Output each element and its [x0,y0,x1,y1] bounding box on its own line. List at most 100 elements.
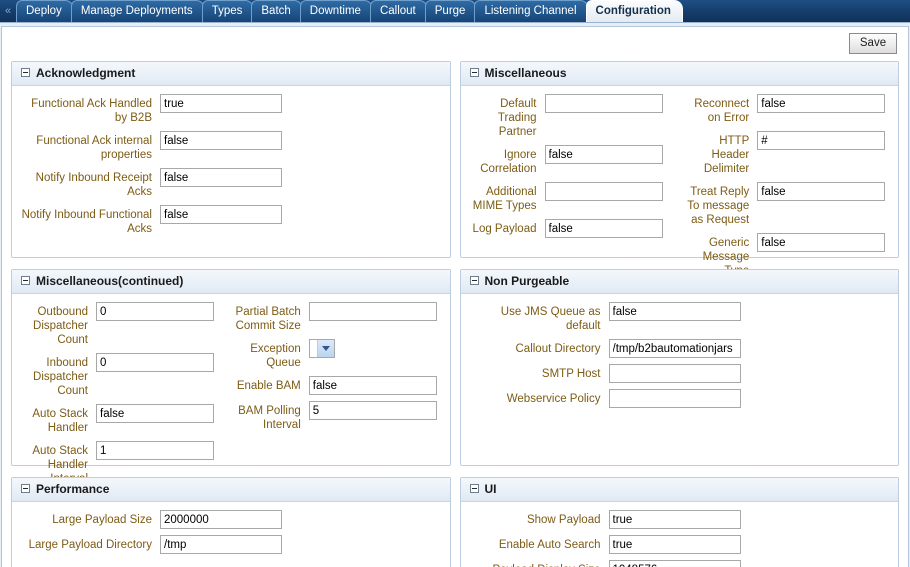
column-right: Partial Batch Commit Size Exception Queu… [231,302,444,492]
field-label: HTTP Header Delimiter [703,135,750,175]
collapse-icon[interactable] [21,276,30,286]
http-header-delimiter-input[interactable] [757,131,886,150]
save-button[interactable]: Save [849,33,897,54]
panel-header-acknowledgment: Acknowledgment [12,62,450,86]
panel-title: Acknowledgment [36,66,136,80]
field-label: Notify Inbound Receipt Acks [35,172,152,198]
tab-configuration[interactable]: Configuration [585,0,683,22]
panel-non-purgeable: Non Purgeable Use JMS Queue as default C… [459,269,899,466]
column-left: Default Trading Partner Ignore Correlati… [467,94,680,284]
auto-stack-handler-interval-input[interactable] [96,441,214,460]
tab-bar: « Deploy Manage Deployments Types Batch … [0,0,910,22]
collapse-icon[interactable] [21,68,30,78]
field-default-trading-partner: Default Trading Partner [467,94,680,139]
tab-listening-channel[interactable]: Listening Channel [474,0,589,22]
field-inbound-dispatcher-count: Inbound Dispatcher Count [18,353,231,398]
callout-directory-input[interactable] [608,339,741,358]
tab-manage-deployments[interactable]: Manage Deployments [70,0,205,22]
additional-mime-types-input[interactable] [544,182,663,201]
large-payload-directory-input[interactable] [160,535,282,554]
panel-title: Non Purgeable [484,274,570,288]
reconnect-on-error-input[interactable] [757,94,886,113]
field-label: Large Payload Directory [28,539,152,551]
field-label: Notify Inbound Functional Acks [21,209,152,235]
collapse-icon[interactable] [469,68,479,78]
collapse-icon[interactable] [469,484,479,494]
field-treat-reply-to-message-as-request: Treat Reply To message as Request [679,182,892,227]
two-column-layout: Outbound Dispatcher Count Inbound Dispat… [18,302,444,492]
two-column-layout: Default Trading Partner Ignore Correlati… [467,94,893,284]
field-auto-stack-handler: Auto Stack Handler [18,404,231,435]
chevron-down-icon[interactable] [316,340,334,357]
field-show-payload: Show Payload [467,510,893,529]
field-http-header-delimiter: HTTP Header Delimiter [679,131,892,176]
toolbar: Save [2,27,908,61]
tab-callout[interactable]: Callout [369,0,428,22]
exception-queue-select[interactable] [308,339,335,358]
column-right: Reconnect on Error HTTP Header Delimiter… [679,94,892,284]
smtp-host-input[interactable] [608,364,741,383]
previous-tabs-icon[interactable]: « [0,0,16,22]
field-notify-inbound-receipt-acks: Notify Inbound Receipt Acks [18,168,444,199]
panel-body-miscellaneous-continued: Outbound Dispatcher Count Inbound Dispat… [12,294,450,485]
inbound-dispatcher-count-input[interactable] [96,353,214,372]
large-payload-size-input[interactable] [160,510,282,529]
collapse-icon[interactable] [21,484,30,494]
generic-message-type-input[interactable] [757,233,886,252]
field-log-payload: Log Payload [467,219,680,238]
panel-body-ui: Show Payload Enable Auto Search Payload … [461,502,899,567]
field-reconnect-on-error: Reconnect on Error [679,94,892,125]
tab-deploy[interactable]: Deploy [16,0,74,22]
notify-inbound-receipt-acks-input[interactable] [160,168,282,187]
field-notify-inbound-functional-acks: Notify Inbound Functional Acks [18,205,444,236]
ignore-correlation-input[interactable] [544,145,663,164]
field-smtp-host: SMTP Host [467,364,893,383]
tab-purge[interactable]: Purge [424,0,478,22]
default-trading-partner-input[interactable] [544,94,663,113]
panel-miscellaneous: Miscellaneous Default Trading Partner Ig… [459,61,899,277]
panel-acknowledgment: Acknowledgment Functional Ack Handled by… [11,61,451,258]
field-label: Outbound Dispatcher Count [33,306,88,346]
tab-types[interactable]: Types [201,0,255,22]
field-ignore-correlation: Ignore Correlation [467,145,680,176]
functional-ack-internal-properties-input[interactable] [160,131,282,150]
notify-inbound-functional-acks-input[interactable] [160,205,282,224]
column-left: Outbound Dispatcher Count Inbound Dispat… [18,302,231,492]
panel-header-performance: Performance [12,478,450,502]
field-enable-bam: Enable BAM [231,376,444,395]
treat-reply-to-message-as-request-input[interactable] [757,182,886,201]
log-payload-input[interactable] [544,219,663,238]
tab-downtime[interactable]: Downtime [299,0,373,22]
panel-header-miscellaneous: Miscellaneous [460,62,898,86]
panel-row-3: Performance Large Payload Size Large Pay… [11,477,899,567]
tab-batch[interactable]: Batch [251,0,303,22]
panel-body-non-purgeable: Use JMS Queue as default Callout Directo… [461,294,899,465]
use-jms-queue-as-default-input[interactable] [608,302,741,321]
payload-display-size-input[interactable] [608,560,741,567]
panel-ui: UI Show Payload Enable Auto Search Paylo… [459,477,899,567]
field-label: Additional MIME Types [472,186,537,212]
field-label: Exception Queue [250,343,301,369]
functional-ack-handled-by-b2b-input[interactable] [160,94,282,113]
outbound-dispatcher-count-input[interactable] [96,302,214,321]
field-enable-auto-search: Enable Auto Search [467,535,893,554]
field-label: Reconnect on Error [694,98,750,124]
field-label: Partial Batch Commit Size [235,306,301,332]
field-label: Treat Reply To message as Request [687,186,750,226]
field-large-payload-directory: Large Payload Directory [18,535,444,554]
show-payload-input[interactable] [608,510,741,529]
field-label: Show Payload [526,514,601,526]
enable-bam-input[interactable] [308,376,437,395]
field-callout-directory: Callout Directory [467,339,893,358]
enable-auto-search-input[interactable] [608,535,741,554]
field-label: Callout Directory [515,343,601,355]
bam-polling-interval-input[interactable] [308,401,437,420]
partial-batch-commit-size-input[interactable] [308,302,437,321]
panel-body-acknowledgment: Functional Ack Handled by B2B Functional… [12,86,450,257]
content-area: Save Acknowledgment Functional Ack Handl… [1,26,909,567]
webservice-policy-input[interactable] [608,389,741,408]
field-additional-mime-types: Additional MIME Types [467,182,680,213]
auto-stack-handler-input[interactable] [96,404,214,423]
panel-body-miscellaneous: Default Trading Partner Ignore Correlati… [461,86,899,277]
collapse-icon[interactable] [469,276,479,286]
